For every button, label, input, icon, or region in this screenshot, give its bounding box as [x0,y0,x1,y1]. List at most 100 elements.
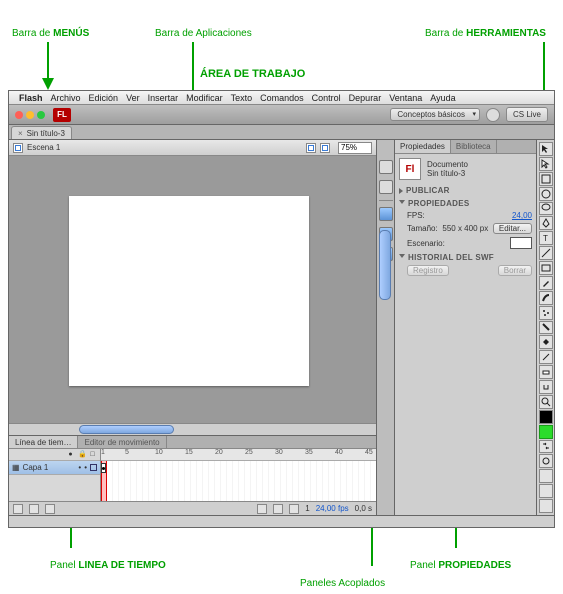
annotation-menus: Barra de MENÚS [12,28,89,39]
stage-area[interactable] [9,156,376,423]
arrow-menus [42,78,54,90]
bone-tool-icon[interactable] [539,321,553,335]
zoom-tool-icon[interactable] [539,395,553,409]
layers-header: ● 🔒 □ [9,449,100,461]
new-folder-icon[interactable] [29,504,39,514]
cs-live-button[interactable]: CS Live [506,107,548,122]
tab-library[interactable]: Biblioteca [451,140,497,153]
layers-pane: ● 🔒 □ ▦ Capa 1 • • [9,449,101,501]
rectangle-tool-icon[interactable] [539,261,553,275]
tool-option-2-icon[interactable] [539,484,553,498]
eyedropper-tool-icon[interactable] [539,350,553,364]
section-history[interactable]: HISTORIAL DEL SWF [399,253,532,262]
lasso-tool-icon[interactable] [539,202,553,216]
elapsed-time: 0,0 s [355,504,372,513]
ruler-mark: 35 [305,449,313,456]
document-tab[interactable]: × Sin título-3 [11,126,72,139]
current-fps: 24,00 fps [316,504,349,513]
deco-tool-icon[interactable] [539,306,553,320]
menu-control[interactable]: Control [312,93,341,103]
section-publish[interactable]: PUBLICAR [399,186,532,195]
hand-tool-icon[interactable] [539,380,553,394]
close-tab-icon[interactable]: × [18,129,23,138]
docked-panels-strip [376,140,394,515]
fps-value[interactable]: 24,00 [512,211,532,220]
menu-insertar[interactable]: Insertar [148,93,179,103]
delete-layer-icon[interactable] [45,504,55,514]
edit-symbol-icon[interactable] [320,143,330,153]
menu-texto[interactable]: Texto [231,93,253,103]
dock-scrollbar[interactable] [379,230,391,300]
ruler-mark: 1 [101,449,105,456]
visibility-column-icon[interactable]: ● [67,451,74,458]
swap-colors-icon[interactable] [539,440,553,454]
tool-option-3-icon[interactable] [539,499,553,513]
brush-tool-icon[interactable] [539,291,553,305]
menu-modificar[interactable]: Modificar [186,93,223,103]
close-window-icon[interactable] [15,111,23,119]
minimize-window-icon[interactable] [26,111,34,119]
stage-color-swatch[interactable] [510,237,532,249]
menu-ayuda[interactable]: Ayuda [430,93,455,103]
edit-scene-icon[interactable] [306,143,316,153]
text-tool-icon[interactable]: T [539,231,553,245]
timeline-tabs: Línea de tiem… Editor de movimiento [9,436,376,449]
document-type-icon: Fl [399,158,421,180]
stage-label: Escenario: [407,239,445,248]
onion-skin-icon[interactable] [257,504,267,514]
search-icon[interactable] [486,108,500,122]
menu-comandos[interactable]: Comandos [260,93,304,103]
menu-flash[interactable]: Flash [19,93,43,103]
menu-ventana[interactable]: Ventana [389,93,422,103]
window-controls [15,111,45,119]
subselection-tool-icon[interactable] [539,157,553,171]
fill-color-swatch[interactable] [539,425,553,439]
annotation-props: Panel PROPIEDADES [410,560,511,571]
ruler-mark: 30 [275,449,283,456]
3d-rotate-tool-icon[interactable] [539,187,553,201]
dock-align-icon[interactable] [379,207,393,221]
stage-hscroll-thumb[interactable] [79,425,174,434]
menu-depurar[interactable]: Depurar [349,93,382,103]
frames-grid[interactable] [101,461,376,501]
tab-timeline[interactable]: Línea de tiem… [9,436,78,448]
layer-row[interactable]: ▦ Capa 1 • • [9,461,100,475]
eraser-tool-icon[interactable] [539,365,553,379]
section-properties[interactable]: PROPIEDADES [399,199,532,208]
edit-multi-icon[interactable] [289,504,299,514]
stage-hscrollbar[interactable] [9,423,376,435]
tab-motion-editor[interactable]: Editor de movimiento [78,436,166,448]
tool-option-1-icon[interactable] [539,469,553,483]
pencil-tool-icon[interactable] [539,276,553,290]
document-tab-bar: × Sin título-3 [9,125,554,140]
workspace-selector[interactable]: Conceptos básicos [390,108,480,121]
dock-color-icon[interactable] [379,160,393,174]
new-layer-icon[interactable] [13,504,23,514]
tab-properties[interactable]: Propiedades [395,140,451,153]
paint-bucket-tool-icon[interactable] [539,335,553,349]
layer-lock-dot[interactable]: • [84,463,87,472]
layer-vis-dot[interactable]: • [78,463,81,472]
menu-ver[interactable]: Ver [126,93,140,103]
selection-tool-icon[interactable] [539,142,553,156]
free-transform-tool-icon[interactable] [539,172,553,186]
timeline-ruler[interactable]: 1 5 10 15 20 25 30 35 40 45 [101,449,376,461]
menu-edicion[interactable]: Edición [89,93,119,103]
edit-size-button[interactable]: Editar... [493,223,532,234]
line-tool-icon[interactable] [539,246,553,260]
scene-icon [13,143,23,153]
lock-column-icon[interactable]: 🔒 [78,451,85,458]
stage-canvas[interactable] [69,196,309,386]
zoom-window-icon[interactable] [37,111,45,119]
layer-outline-swatch[interactable] [90,464,97,471]
menu-archivo[interactable]: Archivo [51,93,81,103]
pen-tool-icon[interactable] [539,216,553,230]
stroke-color-swatch[interactable] [539,410,553,424]
properties-panel: Propiedades Biblioteca Fl Documento Sin … [394,140,536,515]
keyframe[interactable] [101,463,106,473]
outline-column-icon[interactable]: □ [89,451,96,458]
dock-swatches-icon[interactable] [379,180,393,194]
snap-icon[interactable] [539,454,553,468]
zoom-input[interactable] [338,142,372,154]
onion-outline-icon[interactable] [273,504,283,514]
